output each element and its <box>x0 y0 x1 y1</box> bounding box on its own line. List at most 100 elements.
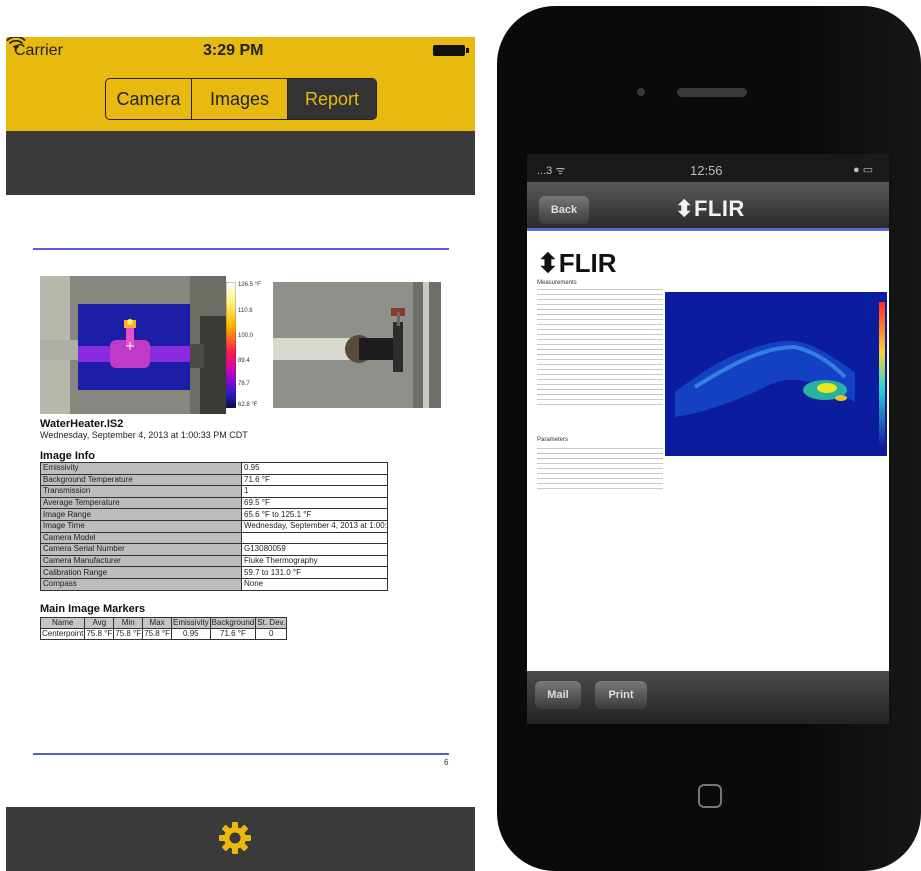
parameters-heading: Parameters <box>537 437 569 443</box>
info-row: Image Time Wednesday, September 4, 2013 a… <box>40 519 388 533</box>
marker-column-header: Emissivity <box>171 617 211 629</box>
battery-icon <box>433 45 469 56</box>
visible-image-graphic <box>273 282 441 408</box>
phone-report-page: ⬍FLIR Measurements Parameters <box>527 228 889 671</box>
image-info-table: Emissivity 0.95 Background Temperature 71.6… <box>40 462 388 591</box>
measurements-list <box>537 285 663 405</box>
nav-logo: ⬍FLIR <box>675 196 745 221</box>
temperature-scale: 126.5 °F 110.6 100.0 89.4 78.7 62.8 °F <box>226 276 274 414</box>
visible-light-image[interactable] <box>273 282 441 408</box>
info-value: None <box>241 577 388 591</box>
phone-nav-bar: Back ⬍FLIR <box>527 182 889 228</box>
info-row: Emissivity 0.95 <box>40 462 388 475</box>
color-scale-bar <box>226 282 236 408</box>
thermal-image[interactable] <box>40 276 226 414</box>
info-key: Camera Serial Number <box>40 543 242 556</box>
info-row: Camera Serial Number G13080059 <box>40 543 388 556</box>
info-value: 69.5 °F <box>241 496 388 510</box>
back-button[interactable]: Back <box>539 196 589 224</box>
phone-bottom-toolbar: Mail Print <box>527 671 889 724</box>
info-value: Wednesday, September 4, 2013 at 1:00:33.… <box>241 519 388 533</box>
marker-cell: 0 <box>255 628 288 640</box>
report-logo: ⬍FLIR <box>537 248 617 278</box>
phone-screen: ...3 ᯤ 12:56 ● ▭ Back ⬍FLIR ⬍FLIR Measur… <box>527 154 889 724</box>
info-key: Emissivity <box>40 462 242 475</box>
info-value: 65.6 °F to 125.1 °F <box>241 508 388 521</box>
info-value: 59.7 to 131.0 °F <box>241 566 388 579</box>
info-key: Average Temperature <box>40 496 242 510</box>
info-key: Compass <box>40 577 242 591</box>
markers-heading: Main Image Markers <box>40 603 146 615</box>
info-value: 1 <box>241 485 388 498</box>
marker-cell: 71.6 °F <box>209 628 257 640</box>
info-key: Camera Model <box>40 531 242 545</box>
marker-column-header: St. Dev. <box>255 617 288 629</box>
info-key: Image Range <box>40 508 242 521</box>
page-bottom-rule <box>33 753 449 755</box>
info-value <box>241 531 388 545</box>
mini-row <box>537 484 663 489</box>
info-row: Background Temperature 71.6 °F <box>40 473 388 487</box>
marker-column-header: Avg <box>84 617 115 629</box>
earpiece-speaker <box>677 88 747 97</box>
phone-status-time: 12:56 <box>690 163 723 178</box>
info-row: Calibration Range 59.7 to 131.0 °F <box>40 566 388 579</box>
front-camera <box>637 88 645 96</box>
phone-page-rule <box>527 228 889 231</box>
info-row: Average Temperature 69.5 °F <box>40 496 388 510</box>
mail-button[interactable]: Mail <box>535 681 581 709</box>
report-file-name: WaterHeater.IS2 <box>40 418 124 430</box>
info-key: Background Temperature <box>40 473 242 487</box>
marker-column-header: Min <box>113 617 144 629</box>
phone-battery-icon: ● ▭ <box>853 164 874 176</box>
status-carrier: Carrier <box>14 42 63 59</box>
home-button[interactable] <box>698 784 722 808</box>
info-key: Calibration Range <box>40 566 242 579</box>
ios-app-screen: Carrier 3:29 PM Camera Images Report 126… <box>6 37 475 871</box>
scale-label: 100.0 <box>238 333 254 339</box>
gear-icon[interactable] <box>218 821 252 855</box>
top-toolbar <box>6 131 475 195</box>
info-row: Compass None <box>40 577 388 591</box>
info-key: Image Time <box>40 519 242 533</box>
phone-status-carrier: ...3 ᯤ <box>537 165 566 177</box>
info-row: Camera Model <box>40 531 388 545</box>
page-top-rule <box>33 248 449 250</box>
info-key: Camera Manufacturer <box>40 554 242 568</box>
scale-label: 62.8 °F <box>238 402 258 408</box>
tab-report[interactable]: Report <box>288 79 376 119</box>
scale-label: 126.5 °F <box>238 282 261 288</box>
info-row: Camera Manufacturer Fluke Thermography <box>40 554 388 568</box>
phone-thermal-image[interactable] <box>665 292 887 456</box>
report-file-date: Wednesday, September 4, 2013 at 1:00:33 … <box>40 430 248 440</box>
marker-cell: Centerpoint <box>39 628 86 640</box>
marker-cell: 0.95 <box>171 628 211 640</box>
marker-row: Centerpoint 75.8 °F 75.8 °F 75.8 °F 0.95 71.6… <box>39 628 288 640</box>
marker-column-header: Name <box>39 617 86 629</box>
phone-photo: ...3 ᯤ 12:56 ● ▭ Back ⬍FLIR ⬍FLIR Measur… <box>497 6 921 871</box>
info-row: Transmission 1 <box>40 485 388 498</box>
marker-cell: 75.8 °F <box>142 628 173 640</box>
status-time: 3:29 PM <box>203 42 264 59</box>
parameters-list <box>537 444 663 489</box>
scale-label: 89.4 <box>238 358 250 364</box>
composite-screenshot: Carrier 3:29 PM Camera Images Report 126… <box>0 0 921 871</box>
marker-column-header: Max <box>142 617 173 629</box>
thermal-image-graphic <box>40 276 226 414</box>
marker-cell: 75.8 °F <box>84 628 115 640</box>
page-number: 6 <box>444 758 449 767</box>
marker-cell: 75.8 °F <box>113 628 144 640</box>
tab-images[interactable]: Images <box>192 79 288 119</box>
info-key: Transmission <box>40 485 242 498</box>
info-value: G13080059 <box>241 543 388 556</box>
info-value: Fluke Thermography <box>241 554 388 568</box>
tab-camera[interactable]: Camera <box>106 79 192 119</box>
phone-thermal-graphic <box>665 292 887 456</box>
print-button[interactable]: Print <box>595 681 647 709</box>
info-value: 0.95 <box>241 462 388 475</box>
scale-label: 78.7 <box>238 381 250 387</box>
info-row: Image Range 65.6 °F to 125.1 °F <box>40 508 388 521</box>
segmented-control: Camera Images Report <box>105 78 377 120</box>
image-info-heading: Image Info <box>40 450 96 462</box>
app-header: Carrier 3:29 PM Camera Images Report <box>6 37 475 131</box>
